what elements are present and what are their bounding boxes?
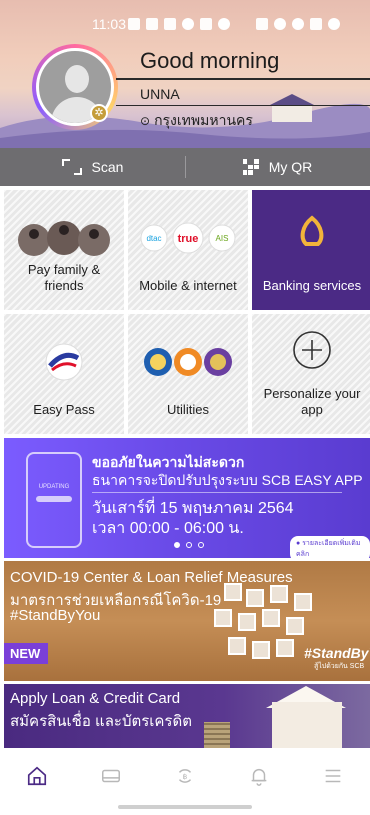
carousel-dot[interactable] <box>186 542 192 548</box>
transfer-icon: ฿ <box>178 769 192 783</box>
app-notification-icon <box>128 18 140 30</box>
tile-banking-services[interactable]: Banking services <box>252 190 370 310</box>
loan-banner[interactable]: Apply Loan & Credit Card สมัครสินเชื่อ แ… <box>4 684 370 748</box>
banner-line: #StandByYou <box>10 607 101 624</box>
coins-illustration <box>204 722 230 748</box>
divider <box>92 492 342 493</box>
cast-icon <box>256 18 268 30</box>
new-badge: NEW <box>4 643 49 664</box>
nav-notifications[interactable] <box>222 750 296 802</box>
tile-label: app <box>301 401 323 417</box>
tile-label: friends <box>44 277 84 293</box>
gesture-bar[interactable] <box>118 805 252 809</box>
covid-banner[interactable]: COVID-19 Center & Loan Relief Measures ม… <box>4 561 370 681</box>
divider <box>116 105 370 106</box>
quick-actions-bar: Scan My QR <box>0 148 370 186</box>
scan-button[interactable]: Scan <box>0 148 185 186</box>
details-pill[interactable]: ● รายละเอียดเพิ่มเติมคลิก <box>290 536 370 558</box>
tile-personalize-app[interactable]: Personalize your app <box>252 314 370 434</box>
tile-label: Mobile & internet <box>139 277 237 293</box>
location: ⊙ กรุงเทพมหานคร <box>140 110 253 132</box>
tile-label: Easy Pass <box>33 401 95 417</box>
app-notification-icon <box>182 18 194 30</box>
tile-pay-family-friends[interactable]: Pay family & friends <box>4 190 124 310</box>
settings-badge-icon[interactable]: ✲ <box>90 104 108 122</box>
my-qr-button[interactable]: My QR <box>185 148 370 186</box>
tile-utilities[interactable]: Utilities <box>128 314 248 434</box>
dnd-icon <box>274 18 286 30</box>
phone-text: UPDATING <box>38 484 70 490</box>
notification-icons <box>128 18 230 30</box>
menu-icon <box>325 769 341 783</box>
status-time: 11:03 <box>92 16 126 32</box>
profile-header: 11:03 ✲ Good morning UNNA ⊙ กรุงเทพมหานค… <box>0 0 370 148</box>
nav-home[interactable] <box>0 750 74 802</box>
my-qr-label: My QR <box>268 159 313 175</box>
logo-dtac: dtac <box>146 234 161 243</box>
tile-label: Personalize your <box>263 385 361 401</box>
people-icon <box>18 221 110 256</box>
image-icon <box>200 18 212 30</box>
add-icon <box>293 331 331 369</box>
house-illustration <box>272 702 342 748</box>
battery-icon <box>328 18 340 30</box>
tile-label: Banking services <box>262 277 362 293</box>
banner-line: Apply Loan & Credit Card <box>10 690 181 707</box>
logo-ais: AIS <box>216 234 229 243</box>
card-icon <box>102 769 120 783</box>
scan-label: Scan <box>91 159 124 175</box>
carousel-indicator <box>174 542 204 548</box>
user-name: UNNA <box>140 86 180 102</box>
bottom-navigation: ฿ <box>0 750 370 802</box>
wifi-icon <box>292 18 304 30</box>
home-icon <box>27 766 47 786</box>
tile-easy-pass[interactable]: Easy Pass <box>4 314 124 434</box>
greeting-text: Good morning <box>140 48 280 73</box>
nav-transfer[interactable]: ฿ <box>148 750 222 802</box>
app-notification-icon <box>164 18 176 30</box>
status-bar: 11:03 <box>0 16 370 36</box>
nav-cards[interactable] <box>74 750 148 802</box>
banner-tag: #StandByYou <box>304 645 370 661</box>
nav-menu[interactable] <box>296 750 370 802</box>
carousel-dot[interactable] <box>174 542 180 548</box>
svg-text:฿: ฿ <box>183 772 188 781</box>
location-text: กรุงเทพมหานคร <box>154 112 253 128</box>
logo-true: true <box>178 233 199 245</box>
scb-logo-icon <box>300 215 324 246</box>
location-pin-icon: ⊙ <box>140 114 151 128</box>
banner-subtitle: ธนาคารจะปิดปรับปรุงระบบ SCB EASY APP <box>92 472 363 488</box>
utilities-logos-icon <box>144 348 232 376</box>
dot-icon <box>218 18 230 30</box>
tile-label: Utilities <box>167 401 209 417</box>
banner-tag-sub: สู้ไปด้วยกัน SCB <box>314 663 365 670</box>
bell-icon <box>251 768 267 786</box>
banner-line: สมัครสินเชื่อ และบัตรเครดิต <box>10 713 192 730</box>
scan-icon <box>61 159 82 175</box>
phone-updating-icon: UPDATING <box>26 452 82 548</box>
banner-time: เวลา 00:00 - 06:00 น. <box>92 520 244 537</box>
divider <box>116 78 370 80</box>
services-grid: Pay family & friends dtac true AIS Mobil… <box>4 190 370 434</box>
signal-icon <box>310 18 322 30</box>
system-icons <box>256 18 340 30</box>
app-notification-icon <box>146 18 158 30</box>
maintenance-banner[interactable]: UPDATING ขออภัยในความไม่สะดวก ธนาคารจะปิ… <box>4 438 370 558</box>
carousel-dot[interactable] <box>198 542 204 548</box>
qr-code-icon <box>242 159 259 175</box>
carrier-logos-icon: dtac true AIS <box>140 222 236 254</box>
tile-mobile-internet[interactable]: dtac true AIS Mobile & internet <box>128 190 248 310</box>
tile-label: Pay family & <box>27 261 101 277</box>
easy-pass-icon <box>45 343 83 381</box>
